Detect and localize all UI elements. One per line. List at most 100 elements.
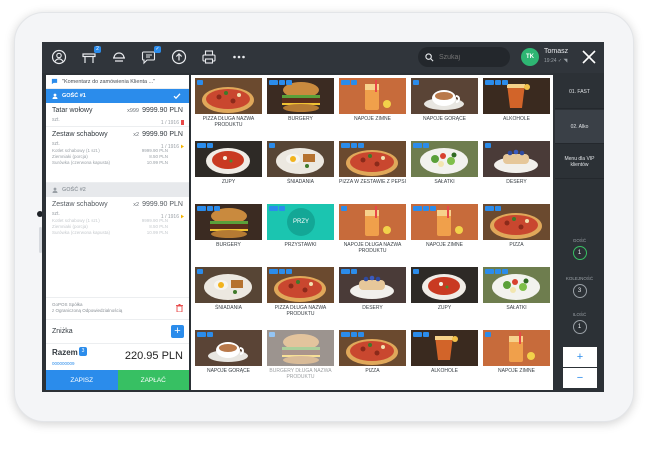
tile-badge bbox=[351, 143, 357, 148]
product-label: NAPOJE ZIMNE bbox=[426, 242, 463, 248]
product-tile[interactable]: ZUPY bbox=[195, 141, 262, 201]
product-tile[interactable]: ŚNIADANIA bbox=[267, 141, 334, 201]
qty-control-value[interactable]: 1 bbox=[572, 320, 587, 334]
tile-badge bbox=[269, 143, 275, 148]
product-tile[interactable]: SAŁATKI bbox=[411, 141, 478, 201]
total-label: Razem bbox=[52, 348, 78, 357]
product-label: PIZZA W ZESTAWIE Z PEPSI bbox=[339, 179, 406, 185]
discount-row[interactable]: Zniżka + bbox=[46, 319, 189, 343]
save-button[interactable]: ZAPISZ bbox=[46, 370, 118, 390]
product-label: ZUPY bbox=[221, 179, 236, 185]
pay-button[interactable]: ZAPŁAĆ bbox=[117, 370, 189, 390]
flag-icon bbox=[181, 120, 184, 125]
qty-control-label: ILOŚĆ bbox=[572, 312, 587, 317]
user-icon[interactable] bbox=[50, 48, 68, 66]
tile-badges bbox=[341, 206, 347, 211]
close-icon[interactable] bbox=[579, 47, 599, 67]
upload-icon[interactable] bbox=[170, 48, 188, 66]
search-input[interactable] bbox=[439, 53, 499, 61]
guest-header-1[interactable]: GOŚĆ #1 bbox=[46, 89, 189, 103]
menu-vip[interactable]: Menu dla VIP klientów bbox=[555, 145, 604, 179]
product-tile[interactable]: PRZY PRZYSTAWKI bbox=[267, 204, 334, 264]
chat-icon[interactable]: ✓ bbox=[140, 46, 161, 66]
tile-badge bbox=[413, 269, 419, 274]
item-price: 9999.90 PLN bbox=[142, 107, 183, 114]
product-tile[interactable]: NAPOJE ZIMNE bbox=[339, 78, 406, 138]
trash-icon[interactable] bbox=[176, 304, 183, 312]
guest-control-label: GOŚĆ bbox=[572, 238, 587, 243]
product-tile[interactable]: NAPOJE GORĄCE bbox=[195, 330, 262, 390]
user-name: Tomasz bbox=[544, 48, 569, 55]
search-box[interactable] bbox=[418, 47, 510, 67]
product-label: ZUPY bbox=[437, 305, 452, 311]
product-tile[interactable]: PIZZA W ZESTAWIE Z PEPSI bbox=[339, 141, 406, 201]
product-tile[interactable]: PIZZA DŁUGA NAZWA PRODUKTU bbox=[267, 267, 334, 327]
tile-badge bbox=[495, 80, 501, 85]
tile-badges bbox=[413, 143, 429, 148]
course-control-value[interactable]: 3 bbox=[572, 284, 587, 298]
tile-badges bbox=[485, 80, 508, 85]
course-control[interactable]: KOLEJNOŚĆ 3 bbox=[555, 276, 604, 298]
order-actions: ZAPISZ ZAPŁAĆ bbox=[46, 370, 189, 390]
product-tile[interactable]: BURGERY DŁUGA NAZWA PRODUKTU bbox=[267, 330, 334, 390]
guest-header-2[interactable]: GOŚĆ #2 bbox=[46, 183, 189, 197]
product-tile[interactable]: SAŁATKI bbox=[483, 267, 550, 327]
minus-button[interactable]: − bbox=[563, 368, 597, 388]
tile-badge bbox=[269, 269, 278, 274]
product-tile[interactable]: ALKOHOLE bbox=[483, 78, 550, 138]
product-image bbox=[267, 330, 334, 366]
tile-badge bbox=[341, 206, 347, 211]
menu-fast[interactable]: 01. FAST bbox=[555, 75, 604, 109]
tile-badges bbox=[269, 206, 285, 211]
product-tile[interactable]: BURGERY bbox=[195, 204, 262, 264]
avatar[interactable]: TK bbox=[521, 48, 539, 66]
order-item[interactable]: Tatar wołowy x999 9999.90 PLN szt. 1 / 1… bbox=[46, 103, 189, 127]
person-icon bbox=[52, 187, 58, 193]
order-item[interactable]: Zestaw schabowy x2 9999.90 PLN szt. 1 / … bbox=[46, 127, 189, 183]
order-comment[interactable]: "Komentarz do zamówienia Klienta ..." bbox=[46, 75, 189, 89]
product-tile[interactable]: NAPOJE DŁUGA NAZWA PRODUKTU bbox=[339, 204, 406, 264]
course-control-label: KOLEJNOŚĆ bbox=[565, 276, 594, 281]
more-icon[interactable] bbox=[230, 48, 248, 66]
product-tile[interactable]: BURGERY bbox=[267, 78, 334, 138]
product-label: PIZZA bbox=[509, 242, 524, 248]
badge: ✓ bbox=[154, 46, 161, 53]
product-tile[interactable]: PIZZA bbox=[339, 330, 406, 390]
plus-button[interactable]: + bbox=[563, 347, 597, 367]
product-tile[interactable]: PIZZA DŁUGA NAZWA PRODUKTU bbox=[195, 78, 262, 138]
product-tile[interactable]: ZUPY bbox=[411, 267, 478, 327]
tile-badge bbox=[341, 80, 350, 85]
tile-badge bbox=[502, 269, 508, 274]
product-tile[interactable]: ALKOHOLE bbox=[411, 330, 478, 390]
tile-badge bbox=[495, 269, 501, 274]
order-item[interactable]: Zestaw schabowy x2 9999.90 PLN szt. 1 / … bbox=[46, 197, 189, 253]
tile-badge bbox=[351, 80, 357, 85]
search-icon bbox=[425, 52, 434, 61]
product-tile[interactable]: PIZZA bbox=[483, 204, 550, 264]
tile-badges bbox=[413, 206, 436, 211]
guest-control[interactable]: GOŚĆ 1 bbox=[555, 238, 604, 260]
product-tile[interactable]: NAPOJE GORĄCE bbox=[411, 78, 478, 138]
tile-badge bbox=[351, 332, 357, 337]
product-tile[interactable]: DESERY bbox=[483, 141, 550, 201]
tile-badges bbox=[485, 332, 491, 337]
add-discount-button[interactable]: + bbox=[171, 325, 184, 338]
product-label: ALKOHOLE bbox=[431, 368, 458, 374]
product-tile[interactable]: NAPOJE ZIMNE bbox=[411, 204, 478, 264]
top-bar: 2 ✓ TK Tomasz 19:24 ✓ ◥ bbox=[42, 42, 604, 73]
table-icon[interactable]: 2 bbox=[80, 46, 101, 66]
takeaway-icon[interactable] bbox=[110, 48, 128, 66]
guest-control-value[interactable]: 1 bbox=[572, 246, 587, 260]
tile-badges bbox=[485, 269, 508, 274]
tile-badge bbox=[197, 269, 203, 274]
menu-alko[interactable]: 02. Alko bbox=[555, 110, 604, 144]
tile-badges bbox=[485, 143, 491, 148]
product-tile[interactable]: NAPOJE ZIMNE bbox=[483, 330, 550, 390]
comment-text: "Komentarz do zamówienia Klienta ..." bbox=[62, 78, 156, 85]
product-tile[interactable]: ŚNIADANIA bbox=[195, 267, 262, 327]
qty-control[interactable]: ILOŚĆ 1 bbox=[555, 312, 604, 334]
product-label: NAPOJE ZIMNE bbox=[354, 116, 391, 122]
product-label: NAPOJE GORĄCE bbox=[206, 368, 251, 374]
product-tile[interactable]: DESERY bbox=[339, 267, 406, 327]
printer-icon[interactable] bbox=[200, 48, 218, 66]
